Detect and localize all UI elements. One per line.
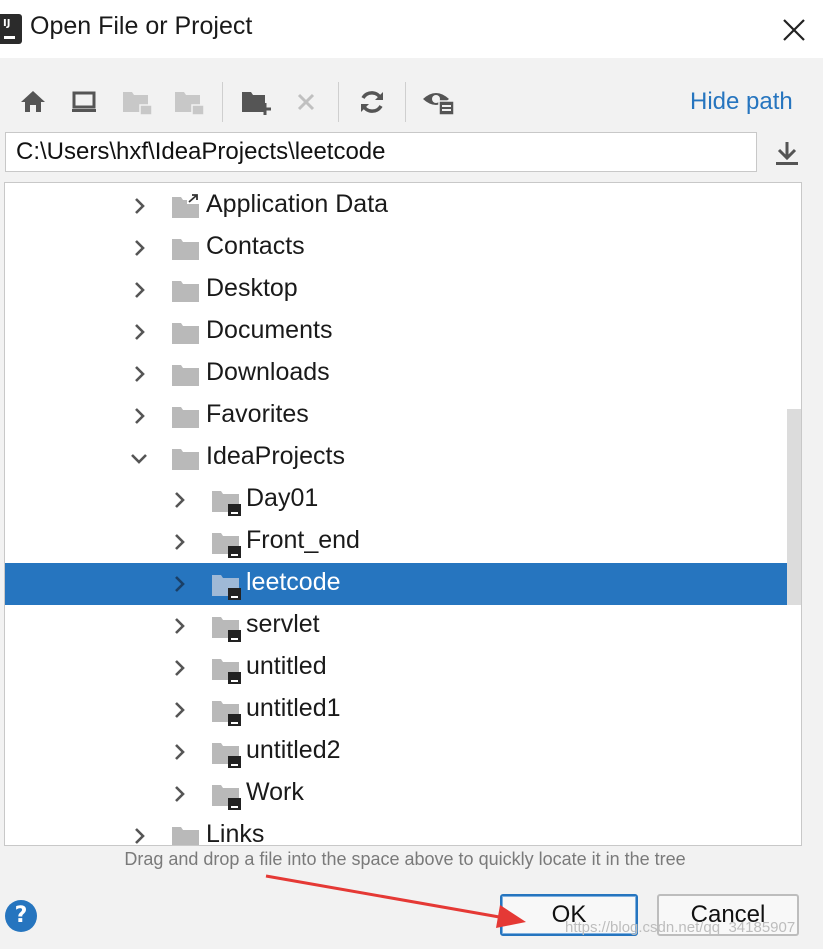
download-button[interactable] (770, 136, 804, 170)
project-folder-icon (211, 740, 241, 768)
chevron-right-icon[interactable] (168, 699, 190, 721)
chevron-right-icon[interactable] (128, 195, 150, 217)
intellij-logo-icon: IJ (0, 14, 22, 44)
tree-row[interactable]: IdeaProjects (5, 437, 801, 479)
tree-row-label: Links (206, 820, 265, 846)
title-bar: IJ Open File or Project (0, 0, 823, 58)
tree-row[interactable]: Front_end (5, 521, 801, 563)
chevron-right-icon[interactable] (168, 657, 190, 679)
file-tree[interactable]: Application Data Contacts Desktop Documents… (4, 182, 802, 846)
tree-row-label: leetcode (246, 568, 341, 596)
tree-row[interactable]: untitled2 (5, 731, 801, 773)
toolbar-separator (405, 82, 406, 122)
tree-row-label: IdeaProjects (206, 442, 345, 470)
chevron-right-icon[interactable] (128, 279, 150, 301)
tree-row[interactable]: Day01 (5, 479, 801, 521)
folder-icon (171, 824, 201, 845)
help-button[interactable]: ? (5, 900, 37, 932)
folder-icon (171, 362, 201, 386)
folder-icon (171, 278, 201, 302)
folder-icon (171, 236, 201, 260)
delete-icon (297, 93, 315, 111)
tree-row-label: untitled (246, 652, 327, 680)
project-folder-icon (211, 530, 241, 558)
project-folder-icon (211, 698, 241, 726)
chevron-down-icon[interactable] (128, 447, 150, 469)
path-input[interactable]: C:\Users\hxf\IdeaProjects\leetcode (5, 132, 757, 172)
chevron-right-icon[interactable] (128, 363, 150, 385)
chevron-right-icon[interactable] (168, 573, 190, 595)
refresh-icon (361, 91, 383, 113)
tree-row-label: Desktop (206, 274, 298, 302)
folder-icon (171, 404, 201, 428)
chevron-right-icon[interactable] (128, 825, 150, 845)
tree-row[interactable]: Contacts (5, 227, 801, 269)
chevron-right-icon[interactable] (168, 531, 190, 553)
delete-button[interactable] (288, 84, 324, 120)
module-folder-icon (175, 92, 205, 116)
watermark: https://blog.csdn.net/qq_34185907 (565, 919, 796, 936)
chevron-right-icon[interactable] (168, 741, 190, 763)
tree-row-label: Downloads (206, 358, 330, 386)
tree-row-label: Favorites (206, 400, 309, 428)
tree-row-label: servlet (246, 610, 320, 638)
project-folder-icon (123, 92, 153, 116)
toolbar-separator (338, 82, 339, 122)
tree-row[interactable]: untitled (5, 647, 801, 689)
tree-row[interactable]: Desktop (5, 269, 801, 311)
hide-path-link[interactable]: Hide path (690, 88, 793, 116)
tree-row[interactable]: Application Data (5, 185, 801, 227)
chevron-right-icon[interactable] (168, 489, 190, 511)
chevron-right-icon[interactable] (128, 237, 150, 259)
tree-row[interactable]: Links (5, 815, 801, 846)
folder-icon (171, 446, 201, 470)
tree-row[interactable]: Work (5, 773, 801, 815)
home-button[interactable] (15, 84, 51, 120)
chevron-right-icon[interactable] (128, 405, 150, 427)
tree-row[interactable]: untitled1 (5, 689, 801, 731)
drag-drop-hint: Drag and drop a file into the space abov… (124, 849, 686, 869)
new-folder-button[interactable] (238, 84, 274, 120)
dialog-title: Open File or Project (30, 12, 253, 40)
close-button[interactable] (770, 8, 814, 52)
project-folder-icon (211, 614, 241, 642)
project-folder-icon (211, 656, 241, 684)
desktop-icon (72, 91, 96, 112)
tree-row-label: Work (246, 778, 304, 806)
tree-row[interactable]: Downloads (5, 353, 801, 395)
project-folder-icon (211, 572, 241, 600)
tree-row-label: untitled1 (246, 694, 341, 722)
download-icon (776, 142, 798, 165)
refresh-button[interactable] (354, 84, 390, 120)
project-folder-icon (211, 782, 241, 810)
tree-row[interactable]: Favorites (5, 395, 801, 437)
project-folder-button[interactable] (119, 84, 155, 120)
chevron-right-icon[interactable] (168, 615, 190, 637)
home-icon (21, 91, 45, 112)
tree-row[interactable]: leetcode (5, 563, 801, 605)
tree-row-label: Contacts (206, 232, 305, 260)
tree-row[interactable]: Documents (5, 311, 801, 353)
tree-row[interactable]: servlet (5, 605, 801, 647)
project-folder-icon (211, 488, 241, 516)
tree-row-label: untitled2 (246, 736, 341, 764)
chevron-right-icon[interactable] (168, 783, 190, 805)
tree-row-label: Documents (206, 316, 333, 344)
show-hidden-icon (423, 93, 455, 116)
folder-shortcut-icon (171, 194, 201, 218)
tree-row-label: Application Data (206, 190, 389, 218)
tree-row-label: Day01 (246, 484, 319, 512)
toolbar-separator (222, 82, 223, 122)
tree-row-label: Front_end (246, 526, 360, 554)
chevron-right-icon[interactable] (128, 321, 150, 343)
show-hidden-button[interactable] (421, 84, 457, 120)
desktop-button[interactable] (66, 84, 102, 120)
close-icon (783, 19, 805, 41)
module-folder-button[interactable] (171, 84, 207, 120)
folder-icon (171, 320, 201, 344)
tree-scrollbar[interactable] (787, 409, 801, 605)
new-folder-icon (242, 92, 271, 115)
